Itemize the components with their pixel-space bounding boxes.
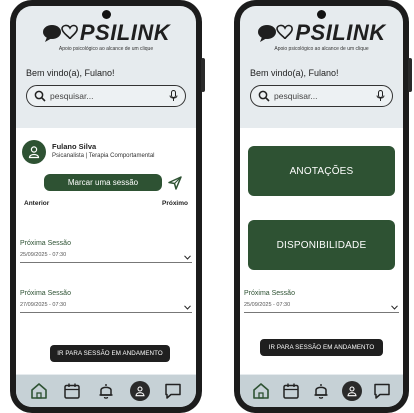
user-icon [28,146,40,159]
search-bar[interactable]: pesquisar... [250,85,393,107]
availability-button[interactable]: DISPONIBILIDADE [248,220,395,270]
tab-home[interactable] [251,381,271,401]
home-icon [30,383,47,399]
avatar [22,140,46,164]
professional-card: Fulano Silva Psicanalista | Terapia Comp… [16,128,196,374]
phone-side-button [201,58,205,92]
profile-icon [347,386,357,397]
next-link[interactable]: Próximo [162,200,188,207]
home-icon [253,383,269,399]
search-icon [34,90,46,102]
app-logo: PSILINK Apoio psicológico ao alcance de … [16,20,196,52]
tab-calendar[interactable] [281,381,301,401]
phone-professional-menu: PSILINK Apoio psicológico ao alcance de … [234,0,412,413]
schedule-session-button[interactable]: Marcar uma sessão [44,174,162,191]
chevron-down-icon[interactable] [391,305,398,310]
menu-card: ANOTAÇÕES DISPONIBILIDADE Próxima Sessão… [240,128,403,374]
session-divider [20,262,192,263]
speech-bubbles-icon [258,24,294,42]
session-date: 25/09/2025 - 07:30 [244,302,291,308]
session-divider [20,312,192,313]
tab-notifications[interactable] [311,381,331,401]
tab-chat[interactable] [372,381,392,401]
search-placeholder: pesquisar... [274,91,318,101]
app-logo: PSILINK Apoio psicológico ao alcance de … [240,20,403,52]
tab-chat[interactable] [163,381,183,401]
calendar-icon [64,383,81,399]
calendar-icon [283,383,300,399]
chat-icon [374,383,390,399]
screen-right: PSILINK Apoio psicológico ao alcance de … [240,6,403,407]
search-placeholder: pesquisar... [50,91,94,101]
phone-side-button [408,58,412,92]
tab-home[interactable] [29,381,49,401]
session-date: 27/09/2025 - 07:30 [20,302,67,308]
bell-icon [314,384,328,399]
session-date: 25/09/2025 - 07:30 [20,252,67,258]
camera-notch [101,10,111,19]
chevron-down-icon[interactable] [184,255,191,260]
tab-profile[interactable] [341,381,362,401]
session-label: Próxima Sessão [244,290,295,297]
professional-name: Fulano Silva [52,142,97,151]
phone-professional-home: PSILINK Apoio psicológico ao alcance de … [10,0,205,413]
microphone-icon[interactable] [169,90,178,102]
bell-icon [99,384,113,399]
profile-icon [135,386,145,397]
bottom-tabbar [240,375,403,407]
welcome-text: Bem vindo(a), Fulano! [250,68,339,78]
brand-tagline: Apoio psicológico ao alcance de um cliqu… [58,46,154,52]
go-to-session-button[interactable]: IR PARA SESSÃO EM ANDAMENTO [50,345,170,362]
notes-button[interactable]: ANOTAÇÕES [248,146,395,196]
search-bar[interactable]: pesquisar... [26,85,186,107]
bottom-tabbar [16,375,196,407]
brand-name: PSILINK [79,20,171,45]
chevron-down-icon[interactable] [184,305,191,310]
search-icon [258,90,270,102]
professional-role: Psicanalista | Terapia Comportamental [52,153,155,159]
camera-notch [317,10,326,19]
go-to-session-button[interactable]: IR PARA SESSÃO EM ANDAMENTO [260,339,383,356]
session-divider [244,312,399,313]
speech-bubbles-icon [42,24,78,42]
send-icon[interactable] [168,176,182,190]
tab-notifications[interactable] [96,381,116,401]
session-label: Próxima Sessão [20,240,71,247]
brand-name: PSILINK [295,20,386,45]
tab-profile[interactable] [129,381,150,401]
brand-tagline: Apoio psicológico ao alcance de um cliqu… [274,46,369,52]
session-label: Próxima Sessão [20,290,71,297]
previous-link[interactable]: Anterior [24,200,49,207]
chat-icon [165,383,181,399]
tab-calendar[interactable] [62,381,82,401]
welcome-text: Bem vindo(a), Fulano! [26,68,115,78]
screen-left: PSILINK Apoio psicológico ao alcance de … [16,6,196,407]
microphone-icon[interactable] [376,90,385,102]
